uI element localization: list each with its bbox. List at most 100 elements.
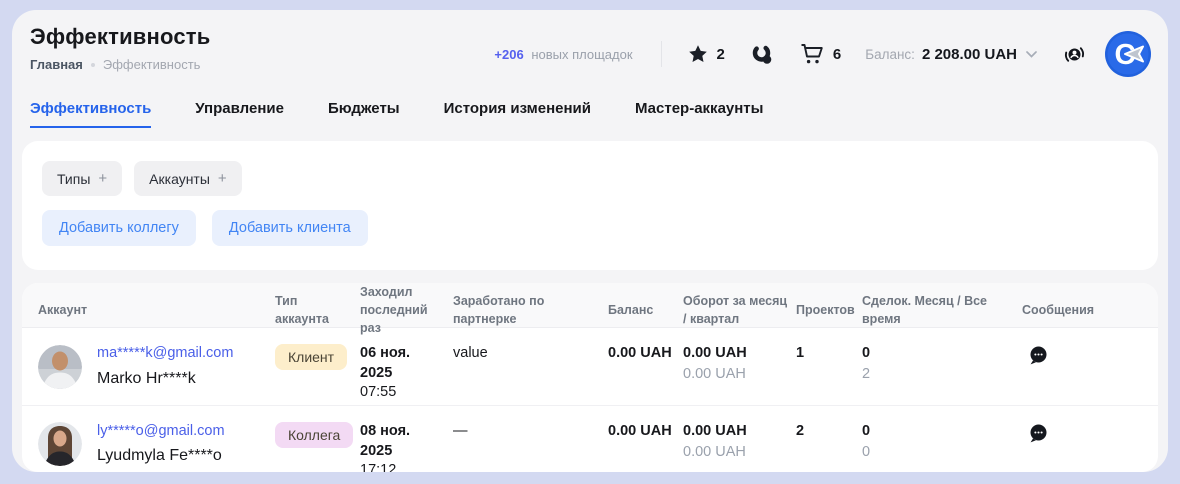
col-header-account-type: Тип аккаунта xyxy=(275,292,360,328)
main-panel: Эффективность Главная Эффективность +206… xyxy=(12,10,1168,472)
filter-types-pill[interactable]: Типы + xyxy=(42,161,122,196)
deals-month: 0 xyxy=(862,422,1014,442)
messages-cell xyxy=(1022,406,1142,472)
favorites-count: 2 xyxy=(717,46,725,63)
projects-count: 1 xyxy=(796,344,854,364)
projects-count: 2 xyxy=(796,422,854,442)
table-header-row: Аккаунт Тип аккаунта Заходил последний р… xyxy=(22,283,1158,328)
balance-value: 0.00 UAH xyxy=(608,344,675,364)
account-name: Marko Hr****k xyxy=(97,369,233,388)
turnover-month: 0.00 UAH xyxy=(683,422,788,442)
breadcrumb-current: Эффективность xyxy=(103,57,201,72)
partner-earnings-value: — xyxy=(453,422,600,442)
account-cell: ma*****k@gmail.com Marko Hr****k xyxy=(38,328,275,405)
projects-cell: 2 xyxy=(796,406,862,472)
balance-label: Баланс: xyxy=(865,47,915,62)
tab-master-accounts[interactable]: Мастер-аккаунты xyxy=(635,100,763,128)
add-colleague-button[interactable]: Добавить коллегу xyxy=(42,210,196,246)
action-button-row: Добавить коллегу Добавить клиента xyxy=(42,210,1138,246)
tab-effectiveness[interactable]: Эффективность xyxy=(30,100,151,128)
col-header-turnover: Оборот за месяц / квартал xyxy=(683,292,796,328)
favorites-button[interactable]: 2 xyxy=(688,44,725,64)
chevron-down-icon xyxy=(1026,51,1037,58)
avatar xyxy=(38,422,82,466)
partner-earnings-value: value xyxy=(453,344,600,364)
balance-value: 2 208.00 UAH xyxy=(922,46,1017,63)
plus-icon: + xyxy=(98,170,107,187)
last-visit-cell: 08 ноя. 2025 17:12 xyxy=(360,406,453,472)
col-header-partner-earnings: Заработано по партнерке xyxy=(453,292,608,328)
new-platforms-count: +206 xyxy=(494,47,523,62)
topbar: Эффективность Главная Эффективность +206… xyxy=(22,24,1158,76)
filter-accounts-pill[interactable]: Аккаунты + xyxy=(134,161,242,196)
star-icon xyxy=(688,44,708,64)
message-bubble-icon xyxy=(1026,422,1050,446)
tab-budgets[interactable]: Бюджеты xyxy=(328,100,400,128)
turnover-cell: 0.00 UAH 0.00 UAH xyxy=(683,328,796,405)
breadcrumb: Главная Эффективность xyxy=(30,57,211,72)
cart-icon xyxy=(800,43,824,65)
turnover-quarter: 0.00 UAH xyxy=(683,364,788,386)
col-header-projects: Проектов xyxy=(796,301,862,319)
last-visit-date: 06 ноя. 2025 xyxy=(360,344,445,383)
page-title: Эффективность xyxy=(30,24,211,50)
account-name: Lyudmyla Fe****o xyxy=(97,446,225,465)
account-identity: ma*****k@gmail.com Marko Hr****k xyxy=(97,345,233,388)
avatar xyxy=(38,345,82,389)
filter-types-label: Типы xyxy=(57,171,90,187)
add-client-button[interactable]: Добавить клиента xyxy=(212,210,368,246)
message-button[interactable] xyxy=(1026,422,1050,449)
new-platforms-link[interactable]: +206 новых площадок xyxy=(494,47,632,62)
chat-icon xyxy=(751,43,774,66)
account-type-badge: Клиент xyxy=(275,344,347,370)
account-switch-button[interactable] xyxy=(1061,41,1088,68)
account-cell: ly*****o@gmail.com Lyudmyla Fe****o xyxy=(38,406,275,472)
table-row[interactable]: ma*****k@gmail.com Marko Hr****k Клиент … xyxy=(22,328,1158,405)
account-identity: ly*****o@gmail.com Lyudmyla Fe****o xyxy=(97,423,225,466)
messages-cell xyxy=(1022,328,1142,405)
turnover-month: 0.00 UAH xyxy=(683,344,788,364)
deals-cell: 0 2 xyxy=(862,328,1022,405)
balance-value: 0.00 UAH xyxy=(608,422,675,442)
tab-bar: Эффективность Управление Бюджеты История… xyxy=(30,100,1158,128)
balance-cell: 0.00 UAH xyxy=(608,406,683,472)
last-visit-time: 07:55 xyxy=(360,383,445,403)
message-bubble-icon xyxy=(1026,344,1050,368)
col-header-deals: Сделок. Месяц / Все время xyxy=(862,292,1022,328)
new-platforms-label: новых площадок xyxy=(531,47,632,62)
account-type-cell: Клиент xyxy=(275,328,360,405)
account-type-cell: Коллега xyxy=(275,406,360,472)
tab-management[interactable]: Управление xyxy=(195,100,284,128)
filter-pill-row: Типы + Аккаунты + xyxy=(42,161,1138,196)
app-logo-icon: C xyxy=(1104,30,1152,78)
cart-button[interactable]: 6 xyxy=(800,43,841,65)
title-block: Эффективность Главная Эффективность xyxy=(30,24,211,72)
turnover-cell: 0.00 UAH 0.00 UAH xyxy=(683,406,796,472)
account-email-link[interactable]: ma*****k@gmail.com xyxy=(97,345,233,362)
breadcrumb-home-link[interactable]: Главная xyxy=(30,57,83,72)
account-email-link[interactable]: ly*****o@gmail.com xyxy=(97,423,225,440)
col-header-balance: Баланс xyxy=(608,301,683,319)
turnover-quarter: 0.00 UAH xyxy=(683,442,788,464)
last-visit-time: 17:12 xyxy=(360,461,445,472)
chat-button[interactable] xyxy=(751,43,774,66)
col-header-messages: Сообщения xyxy=(1022,301,1142,319)
topbar-right: +206 новых площадок 2 xyxy=(494,30,1152,78)
deals-total: 0 xyxy=(862,442,1014,464)
partner-earnings-cell: — xyxy=(453,406,608,472)
deals-cell: 0 0 xyxy=(862,406,1022,472)
account-type-badge: Коллега xyxy=(275,422,353,448)
accounts-table: Аккаунт Тип аккаунта Заходил последний р… xyxy=(22,283,1158,472)
last-visit-cell: 06 ноя. 2025 07:55 xyxy=(360,328,453,405)
breadcrumb-separator xyxy=(91,63,95,67)
balance-dropdown[interactable]: Баланс: 2 208.00 UAH xyxy=(865,46,1037,63)
deals-month: 0 xyxy=(862,344,1014,364)
last-visit-date: 08 ноя. 2025 xyxy=(360,422,445,461)
message-button[interactable] xyxy=(1026,344,1050,371)
projects-cell: 1 xyxy=(796,328,862,405)
table-row[interactable]: ly*****o@gmail.com Lyudmyla Fe****o Колл… xyxy=(22,405,1158,472)
col-header-account: Аккаунт xyxy=(38,301,275,319)
app-logo[interactable]: C xyxy=(1104,30,1152,78)
tab-change-history[interactable]: История изменений xyxy=(444,100,591,128)
partner-earnings-cell: value xyxy=(453,328,608,405)
